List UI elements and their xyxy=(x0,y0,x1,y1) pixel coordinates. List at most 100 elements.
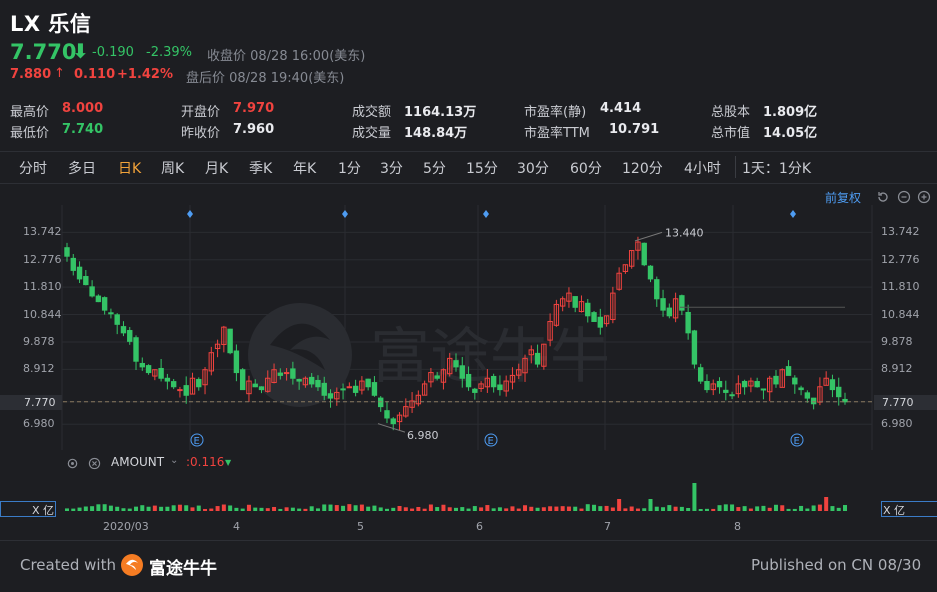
pe-static-value: 4.414 xyxy=(600,101,642,116)
candle-body xyxy=(754,381,760,388)
high-label: 最高价 xyxy=(10,105,50,120)
volume-bar xyxy=(654,506,659,511)
volume-label: 成交量 xyxy=(352,126,392,141)
tab-quarterly-k[interactable]: 季K xyxy=(249,158,272,178)
y-tick-right: 11.810 xyxy=(881,280,920,294)
tab-daily-k[interactable]: 日K xyxy=(118,158,141,178)
tab-1day-1min-k[interactable]: 1天：1分K xyxy=(742,158,811,178)
volume-bar xyxy=(454,507,458,511)
shares-value: 1.809亿 xyxy=(763,105,818,120)
divider xyxy=(0,183,937,184)
volume-bar xyxy=(234,507,239,511)
adjust-mode-button[interactable]: 前复权 xyxy=(825,189,861,206)
y-tick-right: 9.878 xyxy=(881,334,913,348)
indicator-name[interactable]: AMOUNT xyxy=(111,455,164,469)
candle-body xyxy=(170,381,177,388)
candle-body xyxy=(101,297,108,311)
volume-bar xyxy=(71,508,76,511)
divider xyxy=(0,151,937,152)
candle-body xyxy=(233,350,240,374)
volume-bar xyxy=(341,505,346,511)
candle-body xyxy=(239,369,246,391)
volume-bar xyxy=(730,504,735,511)
volume-bar xyxy=(472,506,477,511)
y-tick-left: 11.810 xyxy=(23,280,62,294)
candle-body xyxy=(792,377,798,385)
triangle-down-icon: ▼ xyxy=(225,458,232,467)
candle-body xyxy=(127,330,133,342)
tab-120min[interactable]: 120分 xyxy=(622,158,663,178)
volume-bar xyxy=(209,508,214,511)
candlestick-chart[interactable]: 富途牛牛 13.4406.980E E E xyxy=(0,205,937,450)
open-label: 开盘价 xyxy=(181,105,221,120)
tab-multiday[interactable]: 多日 xyxy=(68,158,96,178)
volume-bar xyxy=(391,507,396,511)
futu-logo-icon xyxy=(120,553,144,581)
candle-body xyxy=(315,379,321,388)
tab-3min[interactable]: 3分 xyxy=(380,158,403,178)
tab-yearly-k[interactable]: 年K xyxy=(293,158,316,178)
volume-bar xyxy=(265,508,270,511)
min-price-label: 6.980 xyxy=(407,429,439,442)
created-with-text: Created with xyxy=(20,556,116,574)
volume-bar xyxy=(171,505,176,511)
candle-body xyxy=(183,385,189,396)
tab-weekly-k[interactable]: 周K xyxy=(161,158,184,178)
volume-bar xyxy=(353,505,358,511)
volume-bar xyxy=(692,483,697,511)
volume-bar xyxy=(303,508,308,511)
volume-bar xyxy=(134,506,139,511)
volume-bar xyxy=(165,506,170,511)
candle-body xyxy=(741,380,748,388)
volume-bar xyxy=(347,504,352,511)
candle-body xyxy=(465,373,472,388)
tab-timeshare[interactable]: 分时 xyxy=(19,158,47,178)
volume-bar xyxy=(196,505,201,511)
tab-divider xyxy=(735,156,736,178)
volume-bar xyxy=(284,507,289,511)
volume-bar xyxy=(77,507,82,511)
volume-bar xyxy=(667,505,672,511)
volume-bar xyxy=(535,507,540,511)
candle-body xyxy=(83,276,89,286)
tab-15min[interactable]: 15分 xyxy=(466,158,498,178)
tab-60min[interactable]: 60分 xyxy=(570,158,602,178)
candle-body xyxy=(647,265,654,280)
y-tick-left: 13.742 xyxy=(23,225,62,239)
stock-title: LX 乐信 xyxy=(10,12,92,36)
candle-body xyxy=(308,376,315,385)
volume-bar xyxy=(635,508,640,511)
volume-bar xyxy=(566,506,571,511)
volume-bar xyxy=(767,507,772,511)
candle-body xyxy=(660,298,666,311)
tab-1min[interactable]: 1分 xyxy=(338,158,361,178)
chevron-down-icon[interactable]: ⌄ xyxy=(170,455,178,466)
volume-bar xyxy=(780,505,785,511)
x-tick: 8 xyxy=(734,520,741,533)
candle-body xyxy=(585,302,591,317)
candle-body xyxy=(697,367,704,382)
volume-bar xyxy=(617,499,622,511)
volume-bar xyxy=(554,506,559,511)
volume-bar xyxy=(228,505,233,511)
volume-bar xyxy=(65,508,69,511)
candle-body xyxy=(114,314,120,325)
tab-monthly-k[interactable]: 月K xyxy=(205,158,228,178)
after-hours-change-pct: +1.42% xyxy=(117,67,173,82)
volume-bar xyxy=(723,504,728,511)
pe-ttm-label: 市盈率TTM xyxy=(524,126,590,141)
candle-body xyxy=(258,386,265,391)
candle-body xyxy=(346,386,353,389)
volume-bar xyxy=(811,505,816,511)
volume-bar xyxy=(246,504,251,511)
volume-bar xyxy=(704,508,709,511)
volume-bar xyxy=(598,506,603,511)
volume-bar xyxy=(253,507,258,511)
y-tick-right: 10.844 xyxy=(881,307,920,321)
close-time-label: 收盘价 08/28 16:00(美东) xyxy=(207,49,366,64)
volume-bar xyxy=(648,499,653,511)
tab-4hour[interactable]: 4小时 xyxy=(684,158,721,178)
tab-30min[interactable]: 30分 xyxy=(517,158,549,178)
volume-bar xyxy=(479,507,484,511)
tab-5min[interactable]: 5分 xyxy=(423,158,446,178)
